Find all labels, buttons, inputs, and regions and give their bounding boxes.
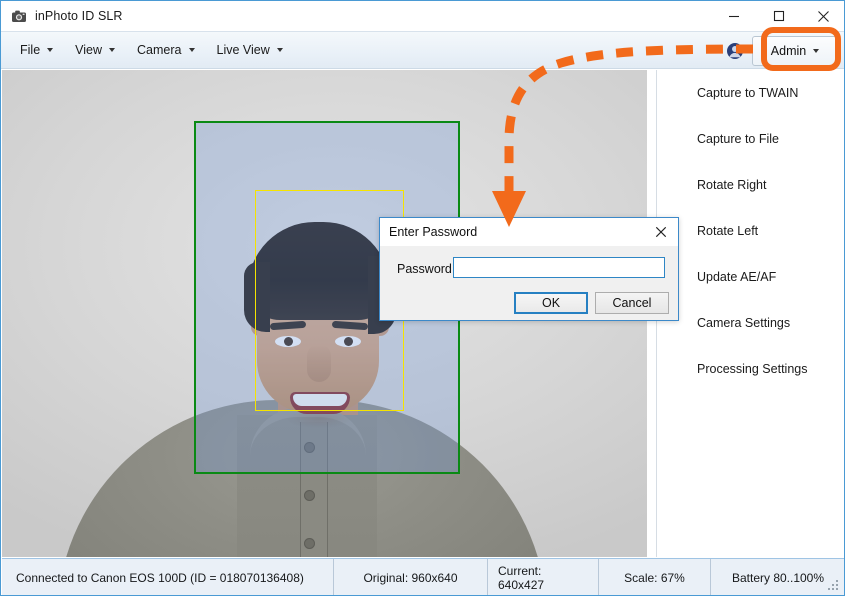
window-title: inPhoto ID SLR [35,9,123,23]
user-account-icon[interactable] [726,42,744,60]
command-capture-to-file[interactable]: Capture to File [657,116,844,162]
command-capture-to-twain[interactable]: Capture to TWAIN [657,70,844,116]
menu-live-view-label: Live View [216,43,270,57]
status-current-size: Current: 640x427 [488,558,599,595]
command-panel: Capture to TWAIN Capture to File Rotate … [656,70,844,557]
status-original-size: Original: 960x640 [334,558,488,595]
admin-button[interactable]: Admin [752,36,838,66]
command-camera-settings[interactable]: Camera Settings [657,300,844,346]
ok-button[interactable]: OK [514,292,588,314]
enter-password-dialog: Enter Password Password OK Cancel [379,217,679,321]
chevron-down-icon [109,48,116,52]
maximize-button[interactable] [756,1,801,31]
status-scale: Scale: 67% [599,558,711,595]
resize-grip-icon[interactable] [828,580,841,593]
command-rotate-right[interactable]: Rotate Right [657,162,844,208]
admin-area: Admin [726,36,838,66]
window-controls [711,1,844,31]
cancel-button[interactable]: Cancel [595,292,669,314]
menu-live-view[interactable]: Live View [208,37,292,63]
command-processing-settings[interactable]: Processing Settings [657,346,844,392]
close-button[interactable] [801,1,844,31]
command-rotate-left[interactable]: Rotate Left [657,208,844,254]
dialog-close-icon[interactable] [646,220,676,244]
admin-button-label: Admin [770,44,807,58]
menu-bar: File View Camera Live View Admin [1,31,844,69]
menu-file-label: File [20,43,41,57]
title-bar: inPhoto ID SLR [1,1,844,31]
status-connection: Connected to Canon EOS 100D (ID = 018070… [2,558,334,595]
status-battery: Battery 80..100% [731,570,825,585]
application-window: inPhoto ID SLR File View Camera Live Vie… [0,0,845,596]
minimize-button[interactable] [711,1,756,31]
menu-view-label: View [75,43,103,57]
status-bar: Connected to Canon EOS 100D (ID = 018070… [2,558,844,595]
chevron-down-icon [47,48,54,52]
camera-icon [11,8,27,24]
dialog-title-bar: Enter Password [380,218,678,246]
command-update-ae-af[interactable]: Update AE/AF [657,254,844,300]
password-input[interactable] [453,257,665,278]
menu-file[interactable]: File [11,37,62,63]
chevron-down-icon [813,49,820,53]
dialog-title: Enter Password [389,225,478,239]
menu-camera[interactable]: Camera [128,37,203,63]
chevron-down-icon [276,48,283,52]
dialog-body: Password OK Cancel [380,246,678,322]
password-label: Password [397,262,452,276]
chevron-down-icon [188,48,195,52]
menu-view[interactable]: View [66,37,124,63]
menu-camera-label: Camera [137,43,182,57]
